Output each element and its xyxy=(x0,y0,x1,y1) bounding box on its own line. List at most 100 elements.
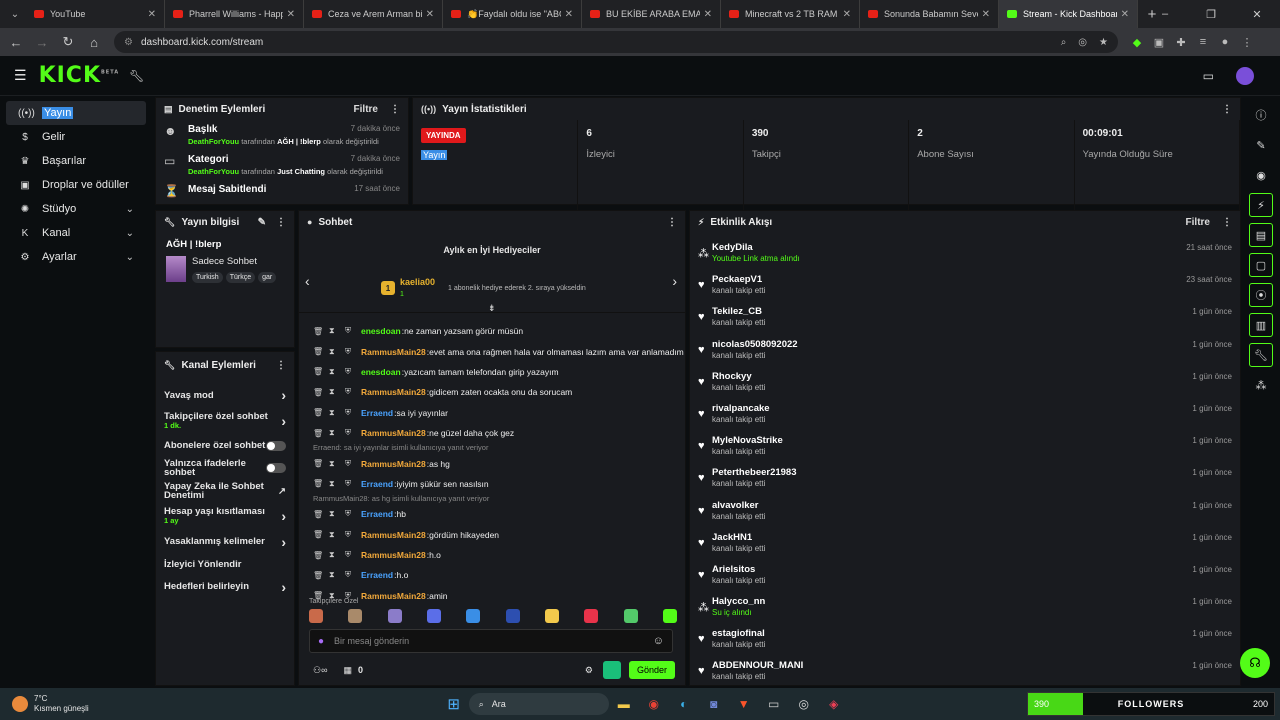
channel-action-item[interactable]: Yalnızca ifadelerle sohbet xyxy=(156,457,294,480)
timeout-icon[interactable]: ⧗ xyxy=(329,530,339,540)
chat-settings-icon[interactable]: ⚙ xyxy=(585,665,593,676)
emoji-icon[interactable]: ☺ xyxy=(653,635,664,647)
delete-icon[interactable]: 🗑︎ xyxy=(313,571,323,580)
chat-username[interactable]: Erraend xyxy=(361,408,393,418)
chevron-right-icon[interactable]: › xyxy=(281,413,286,429)
browser-menu-icon[interactable]: ⋮ xyxy=(1236,36,1258,49)
discord-icon[interactable]: ◙ xyxy=(703,693,725,715)
delete-icon[interactable]: 🗑︎ xyxy=(313,551,323,560)
link-icon[interactable]: ⚇∞ xyxy=(313,665,327,676)
stream-tag[interactable]: Turkish xyxy=(192,272,223,283)
timeout-icon[interactable]: ⧗ xyxy=(329,550,339,560)
lightning-icon[interactable]: ⚡︎ xyxy=(1249,193,1273,217)
channel-action-item[interactable]: Hesap yaşı kısıtlaması 1 ay › xyxy=(156,502,294,530)
more-icon[interactable]: ⋮ xyxy=(667,217,677,228)
timeout-icon[interactable]: ⧗ xyxy=(329,479,339,489)
home-icon[interactable]: ⌂ xyxy=(82,30,106,54)
chat-input[interactable]: ● Bir mesaj gönderin ☺ xyxy=(309,629,673,653)
activity-username[interactable]: Rhockyy xyxy=(712,371,1192,382)
edge-icon[interactable]: ◐ xyxy=(673,693,695,715)
timeout-icon[interactable]: ⧗ xyxy=(329,509,339,519)
stream-tag[interactable]: gar xyxy=(258,272,277,283)
chat-username[interactable]: enesdoan xyxy=(361,326,401,336)
tab-close-icon[interactable]: ✕ xyxy=(704,9,712,20)
tab-close-icon[interactable]: ✕ xyxy=(843,9,851,20)
theatre-mode-icon[interactable]: ▭ xyxy=(1203,69,1214,83)
channel-action-item[interactable]: Abonelere özel sohbet xyxy=(156,435,294,458)
more-icon[interactable]: ⋮ xyxy=(1222,104,1232,115)
channel-action-item[interactable]: Takipçilere özel sohbet 1 dk. › xyxy=(156,407,294,435)
puzzle-icon[interactable]: ✚ xyxy=(1170,36,1192,49)
browser-tab[interactable]: YouTube ✕ xyxy=(26,0,165,28)
channel-action-item[interactable]: Hedefleri belirleyin › xyxy=(156,576,294,599)
document-icon[interactable]: ▤ xyxy=(1249,223,1273,247)
windows-start-icon[interactable]: ⊞ xyxy=(443,693,465,715)
tab-close-icon[interactable]: ✕ xyxy=(287,9,295,20)
activity-username[interactable]: Arielsitos xyxy=(712,564,1192,575)
chat-username[interactable]: enesdoan xyxy=(361,367,401,377)
tab-search-chevron-icon[interactable]: ⌄ xyxy=(4,4,26,24)
mod-filter-button[interactable]: Filtre xyxy=(354,104,378,115)
delete-icon[interactable]: 🗑︎ xyxy=(313,459,323,468)
nodes-icon[interactable]: ⁂ xyxy=(1249,373,1273,397)
file-explorer-icon[interactable]: ▬ xyxy=(613,693,635,715)
sidebar-item[interactable]: $ Gelir xyxy=(6,125,146,149)
activity-username[interactable]: ABDENNOUR_MANI xyxy=(712,660,1192,671)
timeout-icon[interactable]: ⧗ xyxy=(329,367,339,377)
emote-icon[interactable] xyxy=(426,609,441,623)
ban-shield-icon[interactable]: ⛨ xyxy=(345,479,355,489)
toggle-switch[interactable] xyxy=(266,463,286,474)
activity-username[interactable]: Tekilez_CB xyxy=(712,306,1192,317)
edit-pencil-icon[interactable]: ✎ xyxy=(258,217,266,228)
profile-icon[interactable]: ● xyxy=(1214,36,1236,49)
chat-username[interactable]: RammusMain28 xyxy=(361,347,426,357)
chevron-down-icon[interactable]: ⌄ xyxy=(126,204,134,215)
timeout-icon[interactable]: ⧗ xyxy=(329,347,339,357)
more-icon[interactable]: ⋮ xyxy=(390,104,400,115)
reload-icon[interactable]: ↻ xyxy=(56,30,80,54)
delete-icon[interactable]: 🗑︎ xyxy=(313,388,323,397)
activity-username[interactable]: KedyDila xyxy=(712,242,1186,253)
user-avatar[interactable] xyxy=(1236,66,1254,85)
activity-filter-button[interactable]: Filtre xyxy=(1186,217,1210,228)
wrench-icon[interactable]: 🔧︎ xyxy=(1249,343,1273,367)
tab-close-icon[interactable]: ✕ xyxy=(1121,9,1129,20)
more-icon[interactable]: ⋮ xyxy=(1222,217,1232,228)
taskbar-search[interactable]: ⌕ Ara xyxy=(468,693,609,715)
brave-icon[interactable]: ▼ xyxy=(733,693,755,715)
zoom-icon[interactable]: ⌕ xyxy=(1061,37,1067,48)
tab-close-icon[interactable]: ✕ xyxy=(426,9,434,20)
delete-icon[interactable]: 🗑︎ xyxy=(313,408,323,417)
activity-username[interactable]: PeckaepV1 xyxy=(712,274,1186,285)
emote-icon[interactable] xyxy=(662,609,677,623)
browser-tab[interactable]: Stream - Kick Dashboard ✕ xyxy=(999,0,1138,28)
sidebar-item[interactable]: ♛ Başarılar xyxy=(6,149,146,173)
ban-shield-icon[interactable]: ⛨ xyxy=(345,408,355,418)
browser-tab[interactable]: Minecraft vs 2 TB RAM - Y ✕ xyxy=(721,0,860,28)
ban-shield-icon[interactable]: ⛨ xyxy=(345,387,355,397)
timeout-icon[interactable]: ⧗ xyxy=(329,428,339,438)
ban-shield-icon[interactable]: ⛨ xyxy=(345,530,355,540)
chevron-right-icon[interactable]: › xyxy=(281,579,286,595)
info-icon[interactable]: ⓘ xyxy=(1249,103,1273,127)
activity-username[interactable]: nicolas0508092022 xyxy=(712,339,1192,350)
chat-username[interactable]: Erraend xyxy=(361,570,393,580)
delete-icon[interactable]: 🗑︎ xyxy=(313,367,323,376)
bookmark-star-icon[interactable]: ★ xyxy=(1099,37,1108,48)
extension-icon[interactable]: ▣ xyxy=(1148,36,1170,49)
chevron-down-icon[interactable]: ⌄ xyxy=(126,252,134,263)
emote-icon[interactable] xyxy=(623,609,638,623)
timeout-icon[interactable]: ⧗ xyxy=(329,570,339,580)
back-icon[interactable]: ← xyxy=(4,30,28,54)
ban-shield-icon[interactable]: ⛨ xyxy=(345,550,355,560)
hamburger-menu-icon[interactable]: ☰ xyxy=(14,67,27,84)
chat-username[interactable]: RammusMain28 xyxy=(361,459,426,469)
channel-action-item[interactable]: Yavaş mod › xyxy=(156,384,294,407)
timeout-icon[interactable]: ⧗ xyxy=(329,326,339,336)
pin-icon[interactable]: ⇟ xyxy=(488,303,496,314)
activity-username[interactable]: Halycco_nn xyxy=(712,596,1192,607)
delete-icon[interactable]: 🗑︎ xyxy=(313,479,323,488)
ban-shield-icon[interactable]: ⛨ xyxy=(345,367,355,377)
camera-icon[interactable]: ◉ xyxy=(1249,163,1273,187)
weather-widget[interactable]: 7°C Kısmen güneşli xyxy=(12,694,89,714)
